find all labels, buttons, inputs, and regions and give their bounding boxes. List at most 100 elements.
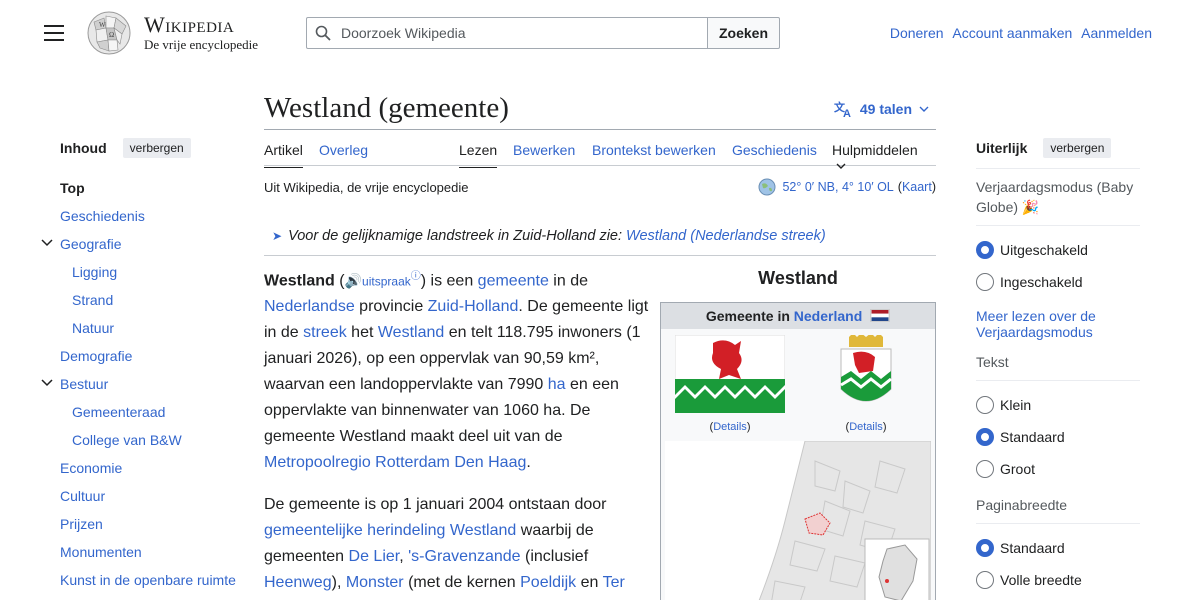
- coat-of-arms-image[interactable]: [811, 335, 921, 415]
- radio-button[interactable]: [976, 428, 994, 446]
- wikipedia-wordmark[interactable]: Wikipedia: [144, 12, 234, 38]
- page-width-label: Paginabreedte: [976, 497, 1068, 513]
- text: (inclusief: [520, 548, 589, 566]
- coa-details: (Details): [845, 421, 887, 433]
- text-large-option[interactable]: Groot: [976, 453, 1140, 485]
- infobox: Gemeente in Nederland (Details) (Details…: [660, 302, 936, 600]
- chevron-down-icon[interactable]: [40, 236, 54, 250]
- birthday-on-option[interactable]: Ingeschakeld: [976, 266, 1140, 298]
- wikipedia-globe-logo[interactable]: W Ω: [84, 10, 134, 56]
- toc-item-demografie[interactable]: Demografie: [60, 342, 250, 370]
- radio-button[interactable]: [976, 241, 994, 259]
- link-streek[interactable]: streek: [303, 324, 347, 341]
- text: ),: [331, 574, 346, 592]
- toc-item-strand[interactable]: Strand: [60, 286, 250, 314]
- chevron-down-icon[interactable]: [40, 376, 54, 390]
- radio-button[interactable]: [976, 460, 994, 478]
- toc-item-prijzen[interactable]: Prijzen: [60, 510, 250, 538]
- pronunciation-link[interactable]: uitspraak: [362, 274, 411, 288]
- tools-menu[interactable]: Hulpmiddelen: [832, 142, 936, 174]
- login-link[interactable]: Aanmelden: [1081, 25, 1152, 41]
- location-map-image[interactable]: [665, 441, 931, 600]
- create-account-link[interactable]: Account aanmaken: [952, 25, 1072, 41]
- toc-item-kunst[interactable]: Kunst in de openbare ruimte: [60, 566, 250, 600]
- width-standard-option[interactable]: Standaard: [976, 532, 1140, 564]
- search-icon: [315, 25, 331, 41]
- link-ter-heijde[interactable]: Ter: [603, 574, 625, 591]
- text-standard-option[interactable]: Standaard: [976, 421, 1140, 453]
- toc-item-geschiedenis[interactable]: Geschiedenis: [60, 202, 250, 230]
- text: ) is een: [420, 272, 478, 290]
- paragraph-2: De gemeente is op 1 januari 2004 ontstaa…: [264, 492, 649, 596]
- birthday-off-option[interactable]: Uitgeschakeld: [976, 234, 1140, 266]
- tab-artikel[interactable]: Artikel: [264, 142, 303, 168]
- link-gemeente[interactable]: gemeente: [478, 272, 549, 289]
- text-small-option[interactable]: Klein: [976, 389, 1140, 421]
- text: De gemeente is op 1 januari 2004 ontstaa…: [264, 496, 607, 514]
- netherlands-flag-icon: [870, 309, 891, 322]
- toc-item-bestuur[interactable]: Bestuur: [41, 370, 250, 398]
- svg-text:Ω: Ω: [109, 31, 114, 39]
- link-metropoolregio[interactable]: Metropoolregio Rotterdam Den Haag: [264, 454, 526, 471]
- tab-brontekst-bewerken[interactable]: Brontekst bewerken: [592, 142, 716, 158]
- coordinates-link[interactable]: 52° 0′ NB, 4° 10′ OL: [782, 180, 893, 194]
- radio-button[interactable]: [976, 539, 994, 557]
- birthday-more-link[interactable]: Meer lezen over de Verjaardagsmodus: [976, 308, 1140, 340]
- link-nederlandse[interactable]: Nederlandse: [264, 298, 355, 315]
- appearance-hide-button[interactable]: verbergen: [1043, 138, 1112, 158]
- translate-icon: 文 A: [834, 100, 851, 118]
- flag-details-link[interactable]: Details: [713, 421, 747, 433]
- toc-item-top[interactable]: Top: [60, 174, 250, 202]
- link-ha[interactable]: ha: [548, 376, 566, 393]
- toc-item-label: Geografie: [60, 236, 122, 252]
- main-menu-button[interactable]: [44, 25, 64, 41]
- link-poeldijk[interactable]: Poeldijk: [520, 574, 576, 591]
- toc-item-ligging[interactable]: Ligging: [60, 258, 250, 286]
- radio-button[interactable]: [976, 571, 994, 589]
- toc-item-monumenten[interactable]: Monumenten: [60, 538, 250, 566]
- link-herindeling[interactable]: gemeentelijke herindeling Westland: [264, 522, 516, 539]
- hatnote-link[interactable]: Westland (Nederlandse streek): [626, 228, 826, 244]
- coa-details-link[interactable]: Details: [849, 421, 883, 433]
- tab-lezen[interactable]: Lezen: [459, 142, 498, 168]
- tab-geschiedenis[interactable]: Geschiedenis: [732, 142, 817, 158]
- language-button[interactable]: 文 A 49 talen: [834, 100, 936, 118]
- tab-bewerken[interactable]: Bewerken: [513, 142, 575, 158]
- toc-hide-button[interactable]: verbergen: [122, 138, 191, 158]
- link-s-gravenzande[interactable]: 's-Gravenzande: [408, 548, 520, 565]
- search-button[interactable]: Zoeken: [707, 17, 780, 49]
- site-subtitle: Uit Wikipedia, de vrije encyclopedie: [264, 180, 469, 195]
- search-input[interactable]: [341, 18, 701, 48]
- municipal-flag-image[interactable]: [675, 335, 785, 413]
- toc-item-gemeenteraad[interactable]: Gemeenteraad: [60, 398, 250, 426]
- appearance-panel: Uiterlijk verbergen Verjaardagsmodus (Ba…: [976, 136, 1140, 596]
- tab-overleg[interactable]: Overleg: [319, 142, 368, 158]
- coordinates: 52° 0′ NB, 4° 10′ OL (Kaart): [758, 178, 936, 196]
- text: in de: [548, 272, 588, 290]
- width-full-option[interactable]: Volle breedte: [976, 564, 1140, 596]
- toc-item-geografie[interactable]: Geografie: [41, 230, 250, 258]
- globe-icon[interactable]: [758, 178, 776, 196]
- toc-item-natuur[interactable]: Natuur: [60, 314, 250, 342]
- link-zuid-holland[interactable]: Zuid-Holland: [428, 298, 519, 315]
- option-label: Standaard: [1000, 429, 1065, 445]
- map-link[interactable]: Kaart: [902, 180, 932, 194]
- radio-button[interactable]: [976, 273, 994, 291]
- speaker-icon[interactable]: 🔊: [345, 272, 362, 288]
- search-box[interactable]: [306, 17, 708, 49]
- link-westland[interactable]: Westland: [378, 324, 444, 341]
- link-heenweg[interactable]: Heenweg: [264, 574, 332, 591]
- info-icon[interactable]: ⓘ: [411, 271, 421, 282]
- paragraph-1: Westland (🔊uitspraakⓘ) is een gemeente i…: [264, 271, 649, 472]
- option-label: Ingeschakeld: [1000, 274, 1083, 290]
- toc-item-economie[interactable]: Economie: [60, 454, 250, 482]
- infobox-nederland-link[interactable]: Nederland: [794, 308, 862, 324]
- donate-link[interactable]: Doneren: [890, 25, 944, 41]
- link-monster[interactable]: Monster: [346, 574, 404, 591]
- toc-item-college[interactable]: College van B&W: [60, 426, 250, 454]
- link-de-lier[interactable]: De Lier: [349, 548, 400, 565]
- chevron-down-icon: [836, 163, 846, 169]
- table-of-contents: Inhoud verbergen Top Geschiedenis Geogra…: [41, 136, 250, 600]
- toc-item-cultuur[interactable]: Cultuur: [60, 482, 250, 510]
- radio-button[interactable]: [976, 396, 994, 414]
